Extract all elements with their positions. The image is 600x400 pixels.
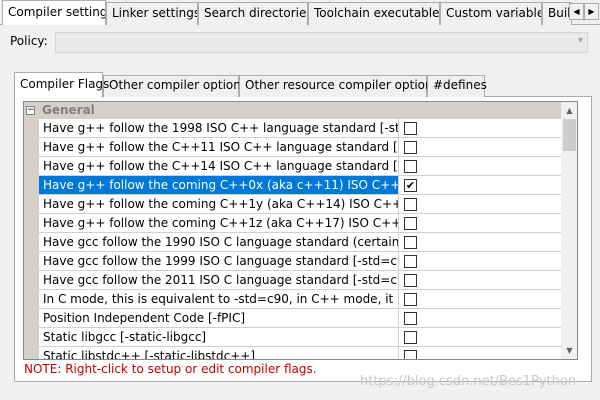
flag-value-cell: ✔ (400, 176, 561, 194)
flag-row[interactable]: Have g++ follow the coming C++0x (aka c+… (39, 176, 561, 195)
arrow-up-icon: ▲ (566, 106, 573, 115)
category-row-general[interactable]: − General (24, 102, 561, 119)
arrow-left-icon: ◀ (573, 7, 580, 16)
flag-checkbox[interactable] (404, 141, 417, 154)
scroll-up-button[interactable]: ▲ (561, 102, 577, 119)
flag-value-cell (400, 309, 561, 327)
flag-value-cell (400, 271, 561, 289)
tab-scroll-right-button[interactable]: ▶ (584, 3, 599, 20)
tab-build-options[interactable]: Buil (542, 2, 572, 25)
flag-row[interactable]: Have g++ follow the 1998 ISO C++ languag… (39, 119, 561, 138)
flag-checkbox[interactable] (404, 198, 417, 211)
flag-value-cell (400, 347, 561, 359)
flag-row[interactable]: Position Independent Code [-fPIC] (39, 309, 561, 328)
tab-search-directories[interactable]: Search directories (198, 2, 308, 25)
flag-label: Static libgcc [-static-libgcc] (39, 328, 399, 346)
tab-toolchain-executables[interactable]: Toolchain executables (308, 2, 440, 25)
tab-custom-variables[interactable]: Custom variables (440, 2, 542, 25)
settings-tab-strip: Compiler settings Linker settings Search… (0, 0, 600, 25)
arrow-down-icon: ▼ (566, 346, 573, 355)
tab-linker-settings[interactable]: Linker settings (106, 2, 198, 25)
flag-checkbox[interactable] (404, 350, 417, 359)
flag-checkbox[interactable] (404, 331, 417, 344)
policy-label: Policy: (10, 34, 48, 48)
flag-checkbox[interactable] (404, 255, 417, 268)
flag-checkbox[interactable]: ✔ (404, 179, 417, 192)
flag-label: Have g++ follow the C++11 ISO C++ langua… (39, 138, 399, 156)
flag-value-cell (400, 157, 561, 175)
flag-checkbox[interactable] (404, 236, 417, 249)
flag-row[interactable]: Static libstdc++ [-static-libstdc++] (39, 347, 561, 359)
watermark: https://blog.csdn.net/Bes1Python (360, 374, 577, 389)
flag-label: Have g++ follow the C++14 ISO C++ langua… (39, 157, 399, 175)
flag-value-cell (400, 214, 561, 232)
flag-label: Have gcc follow the 2011 ISO C language … (39, 271, 399, 289)
grid-gutter (24, 102, 39, 359)
flag-row[interactable]: Have gcc follow the 1990 ISO C language … (39, 233, 561, 252)
vertical-scrollbar[interactable]: ▲ ▼ (561, 102, 577, 359)
flag-label: Have gcc follow the 1999 ISO C language … (39, 252, 399, 270)
category-label: General (42, 103, 95, 117)
policy-select[interactable]: ▾ (55, 32, 588, 53)
flag-checkbox[interactable] (404, 312, 417, 325)
flag-value-cell (400, 233, 561, 251)
flag-checkbox[interactable] (404, 122, 417, 135)
flag-label: Have g++ follow the 1998 ISO C++ languag… (39, 119, 399, 137)
flag-row[interactable]: Have gcc follow the 1999 ISO C language … (39, 252, 561, 271)
flag-value-cell (400, 119, 561, 137)
flag-value-cell (400, 290, 561, 308)
checkmark-icon: ✔ (405, 179, 416, 192)
flag-value-cell (400, 328, 561, 346)
flag-value-cell (400, 138, 561, 156)
flag-checkbox[interactable] (404, 217, 417, 230)
flag-row[interactable]: Have g++ follow the coming C++1y (aka C+… (39, 195, 561, 214)
tab-other-compiler-options[interactable]: Other compiler options (103, 75, 247, 97)
tab-other-resource-compiler-options[interactable]: Other resource compiler options (239, 75, 439, 97)
tab-compiler-flags[interactable]: Compiler Flags (14, 72, 109, 98)
chevron-down-icon: ▾ (577, 35, 583, 46)
flag-label: Have g++ follow the coming C++1y (aka C+… (39, 195, 399, 213)
flag-label: Have gcc follow the 1990 ISO C language … (39, 233, 399, 251)
flag-value-cell (400, 252, 561, 270)
tab-compiler-settings[interactable]: Compiler settings (2, 0, 106, 25)
flag-checkbox[interactable] (404, 293, 417, 306)
flag-label: Have g++ follow the coming C++0x (aka c+… (39, 176, 399, 194)
arrow-right-icon: ▶ (588, 7, 595, 16)
flag-checkbox[interactable] (404, 160, 417, 173)
compiler-flags-grid: − General Have g++ follow the 1998 ISO C… (23, 101, 578, 360)
scroll-down-button[interactable]: ▼ (561, 342, 577, 359)
flag-label: Position Independent Code [-fPIC] (39, 309, 399, 327)
tab-defines[interactable]: #defines (427, 75, 487, 97)
tab-scroll-left-button[interactable]: ◀ (569, 3, 584, 20)
flag-label: In C mode, this is equivalent to -std=c9… (39, 290, 399, 308)
flag-label: Static libstdc++ [-static-libstdc++] (39, 347, 399, 359)
scrollbar-thumb[interactable] (563, 119, 576, 151)
flag-label: Have g++ follow the coming C++1z (aka C+… (39, 214, 399, 232)
flag-row[interactable]: Have gcc follow the 2011 ISO C language … (39, 271, 561, 290)
flag-checkbox[interactable] (404, 274, 417, 287)
flag-row[interactable]: In C mode, this is equivalent to -std=c9… (39, 290, 561, 309)
flag-row[interactable]: Have g++ follow the coming C++1z (aka C+… (39, 214, 561, 233)
flag-row[interactable]: Static libgcc [-static-libgcc] (39, 328, 561, 347)
flag-value-cell (400, 195, 561, 213)
collapse-icon[interactable]: − (26, 106, 35, 115)
flag-row[interactable]: Have g++ follow the C++14 ISO C++ langua… (39, 157, 561, 176)
flag-row[interactable]: Have g++ follow the C++11 ISO C++ langua… (39, 138, 561, 157)
compiler-flags-note: NOTE: Right-click to setup or edit compi… (24, 362, 317, 376)
